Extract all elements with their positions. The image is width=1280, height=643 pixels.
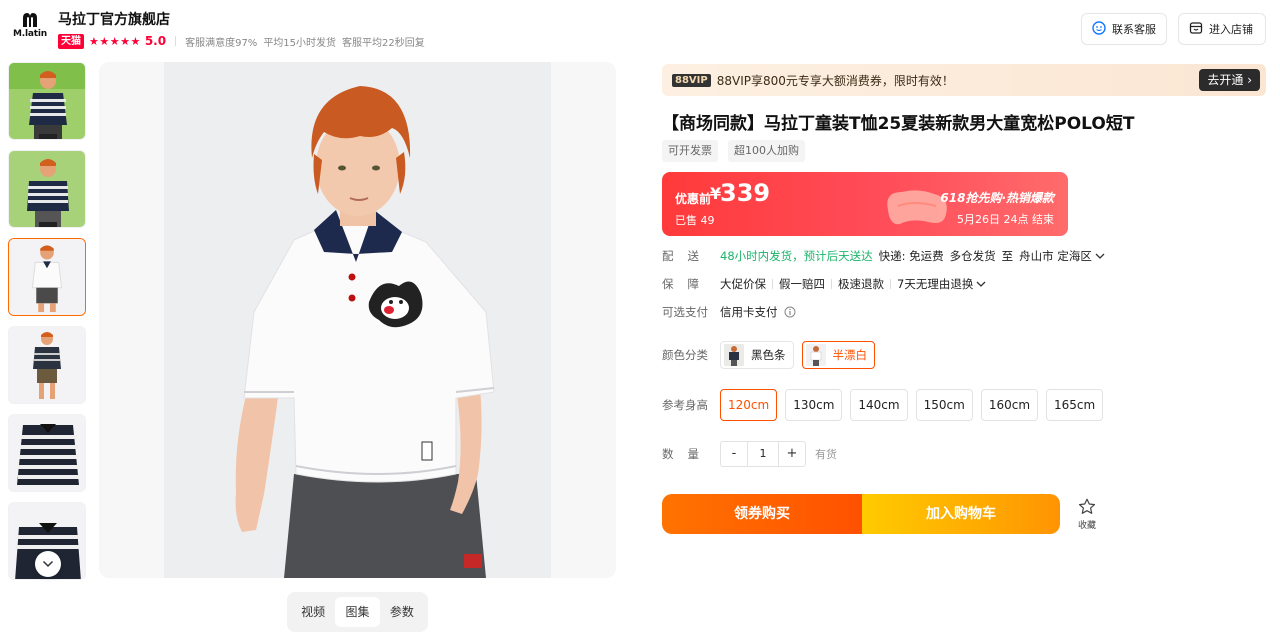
tag-cart-count: 超100人加购 xyxy=(728,140,805,162)
guarantee-row: 保障 大促价保 假一赔四 极速退款 7天无理由退换 xyxy=(662,276,986,292)
rating-stars: ★★★★★ xyxy=(89,34,141,48)
favorite-button[interactable]: 收藏 xyxy=(1075,498,1099,531)
enter-store-label: 进入店铺 xyxy=(1209,23,1253,36)
thumbnail-list xyxy=(8,62,88,582)
quantity-label: 数量 xyxy=(662,447,713,461)
tmall-badge: 天猫 xyxy=(58,33,84,49)
color-row: 颜色分类 黑色条 半漂白 xyxy=(662,341,883,369)
add-to-cart-button[interactable]: 加入购物车 xyxy=(862,494,1060,534)
delivery-row: 配送 48小时内发货，预计后天送达 快递: 免运费 多仓发货 至 舟山市 定海区 xyxy=(662,248,1105,264)
service-satisfaction: 客服满意度97% xyxy=(185,37,258,49)
size-option-160[interactable]: 160cm xyxy=(980,389,1039,421)
vip-promo-bar: 88VIP 88VIP享800元专享大额消费券，限时有效！ 去开通 › xyxy=(662,64,1266,96)
size-option-150[interactable]: 150cm xyxy=(915,389,973,421)
delivery-time: 48小时内发货，预计后天送达 xyxy=(720,249,873,263)
promo-title: 618抢先购·热销爆款 xyxy=(940,191,1054,205)
guarantee-label: 保障 xyxy=(662,277,713,291)
product-photo xyxy=(164,62,551,578)
payment-row: 可选支付 信用卡支付 xyxy=(662,304,796,320)
avg-reply-time: 客服平均22秒回复 xyxy=(342,37,425,49)
guarantee-fake-compensation: 假一赔四 xyxy=(779,277,825,291)
quantity-plus-button[interactable]: + xyxy=(779,442,805,466)
color-option-label: 半漂白 xyxy=(832,348,868,362)
enter-store-button[interactable]: 进入店铺 xyxy=(1178,13,1266,45)
quantity-minus-button[interactable]: - xyxy=(721,442,747,466)
shop-meta: 天猫 ★★★★★ 5.0 客服满意度97% 平均15小时发货 客服平均22秒回复 xyxy=(58,33,431,49)
chevron-down-icon[interactable] xyxy=(976,281,986,288)
main-product-image[interactable] xyxy=(99,62,616,578)
promo-end-time: 5月26日 24点 结束 xyxy=(957,213,1054,226)
guarantee-7day-return[interactable]: 7天无理由退换 xyxy=(897,276,973,292)
divider xyxy=(175,36,177,46)
shop-logo[interactable]: M.latin xyxy=(10,12,50,48)
vip-activate-button[interactable]: 去开通 › xyxy=(1199,69,1260,91)
delivery-location[interactable]: 舟山市 定海区 xyxy=(1019,248,1092,264)
vip-promo-text: 88VIP享800元专享大额消费券，限时有效！ xyxy=(716,73,954,88)
shipping-fee: 快递: 免运费 xyxy=(878,249,944,263)
size-option-165[interactable]: 165cm xyxy=(1046,389,1104,421)
quantity-stepper: - 1 + xyxy=(720,441,806,467)
color-option-label: 黑色条 xyxy=(751,348,786,362)
stock-status: 有货 xyxy=(815,448,837,461)
product-tags: 可开发票 超100人加购 xyxy=(662,140,815,162)
guarantee-fast-refund: 极速退款 xyxy=(838,277,884,291)
tag-invoice: 可开发票 xyxy=(662,140,718,162)
quantity-row: 数量 - 1 + 有货 xyxy=(662,441,837,467)
thumbnail-4[interactable] xyxy=(8,326,86,404)
size-label: 参考身高 xyxy=(662,398,708,412)
shop-name[interactable]: 马拉丁官方旗舰店 xyxy=(58,9,170,29)
size-option-130[interactable]: 130cm xyxy=(785,389,843,421)
delivery-label: 配送 xyxy=(662,249,713,263)
shop-logo-icon xyxy=(23,13,37,27)
thumbnail-5[interactable] xyxy=(8,414,86,492)
buy-with-coupon-button[interactable]: 领券购买 xyxy=(662,494,862,534)
rating-score: 5.0 xyxy=(144,34,167,48)
thumbnail-2[interactable] xyxy=(8,150,86,228)
vip-badge: 88VIP xyxy=(672,73,711,87)
size-option-120[interactable]: 120cm xyxy=(720,389,778,421)
color-swatch-black-stripe xyxy=(724,344,744,366)
shop-header: M.latin 马拉丁官方旗舰店 天猫 ★★★★★ 5.0 客服满意度97% 平… xyxy=(0,0,1280,58)
tab-params[interactable]: 参数 xyxy=(380,597,424,627)
star-outline-icon xyxy=(1078,498,1096,514)
store-icon xyxy=(1189,21,1203,38)
divider xyxy=(772,279,773,289)
info-icon[interactable] xyxy=(784,306,796,318)
purchase-actions: 领券购买 加入购物车 xyxy=(662,494,1060,534)
favorite-label: 收藏 xyxy=(1077,521,1096,531)
chevron-down-icon xyxy=(42,560,54,568)
color-option-half-bleached-white[interactable]: 半漂白 xyxy=(801,341,875,369)
product-title: 【商场同款】马拉丁童装T恤25夏装新款男大童宽松POLO短T xyxy=(662,114,1135,134)
customer-service-label: 联系客服 xyxy=(1112,23,1156,36)
thumbnails-scroll-down-button[interactable] xyxy=(35,551,61,577)
media-tabs: 视频 图集 参数 xyxy=(287,592,428,632)
price-panel: 优惠前 ¥ 339 已售 49 618抢先购·热销爆款 5月26日 24点 结束 xyxy=(662,172,1068,236)
customer-service-button[interactable]: 联系客服 xyxy=(1081,13,1167,45)
price-value: 339 xyxy=(720,179,771,207)
payment-label: 可选支付 xyxy=(662,305,708,319)
color-label: 颜色分类 xyxy=(662,348,708,362)
payment-method: 信用卡支付 xyxy=(720,305,778,319)
tab-gallery[interactable]: 图集 xyxy=(335,597,380,627)
quantity-input[interactable]: 1 xyxy=(747,442,779,466)
sold-count: 已售 49 xyxy=(675,214,715,227)
size-option-140[interactable]: 140cm xyxy=(850,389,908,421)
divider xyxy=(890,279,891,289)
tab-video[interactable]: 视频 xyxy=(291,597,335,627)
guarantee-price-protect: 大促价保 xyxy=(720,277,766,291)
logo-text: M.latin xyxy=(13,29,47,39)
warehouse-info: 多仓发货 xyxy=(949,249,996,263)
price-label: 优惠前 xyxy=(675,192,712,206)
divider xyxy=(831,279,832,289)
color-option-black-stripe[interactable]: 黑色条 xyxy=(720,341,794,369)
color-swatch-half-bleached-white xyxy=(805,344,826,366)
size-row: 参考身高 120cm 130cm 140cm 150cm 160cm 165cm xyxy=(662,389,1111,421)
delivery-to: 至 xyxy=(1001,249,1014,263)
thumbnail-3[interactable] xyxy=(8,238,86,316)
thumbnail-1[interactable] xyxy=(8,62,86,140)
avg-ship-time: 平均15小时发货 xyxy=(263,37,337,49)
chevron-down-icon[interactable] xyxy=(1095,253,1105,260)
chat-smile-icon xyxy=(1092,20,1106,38)
